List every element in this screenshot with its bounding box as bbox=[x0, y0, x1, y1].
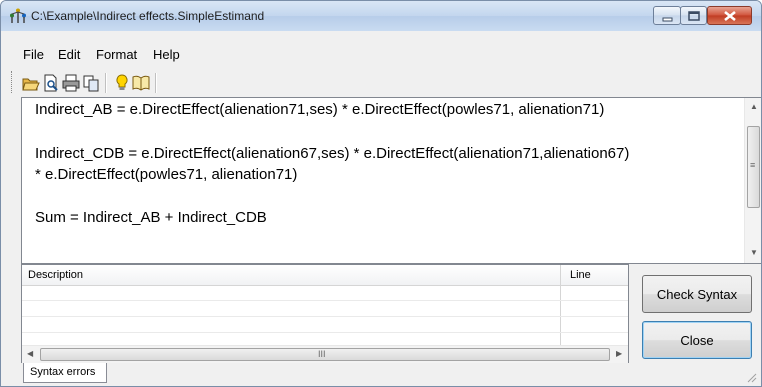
menu-file[interactable]: File bbox=[23, 47, 44, 62]
lightbulb-icon[interactable] bbox=[113, 74, 131, 92]
estimand-editor[interactable]: Indirect_AB = e.DirectEffect(alienation7… bbox=[21, 97, 761, 264]
window-title: C:\Example\Indirect effects.SimpleEstima… bbox=[31, 9, 265, 23]
scrollbar-thumb[interactable]: ≡ bbox=[747, 126, 760, 208]
toolbar-grip[interactable] bbox=[11, 71, 15, 93]
grid-header: Description Line bbox=[22, 265, 628, 286]
tab-syntax-errors[interactable]: Syntax errors bbox=[23, 363, 107, 383]
title-bar[interactable]: C:\Example\Indirect effects.SimpleEstima… bbox=[1, 1, 761, 31]
close-icon bbox=[724, 10, 736, 22]
grid-horizontal-scrollbar[interactable]: ◀ III ▶ bbox=[22, 345, 628, 363]
estimand-window: C:\Example\Indirect effects.SimpleEstima… bbox=[0, 0, 762, 387]
menu-help[interactable]: Help bbox=[153, 47, 180, 62]
scroll-right-icon[interactable]: ▶ bbox=[616, 349, 622, 358]
maximize-icon bbox=[688, 11, 700, 21]
close-window-button[interactable] bbox=[707, 6, 752, 25]
model-tree-icon bbox=[10, 8, 26, 23]
editor-vertical-scrollbar[interactable]: ▲ ≡ ▼ bbox=[744, 98, 761, 263]
toolbar-separator bbox=[155, 73, 157, 93]
bottom-tabs: Syntax errors bbox=[21, 363, 761, 386]
maximize-button[interactable] bbox=[680, 6, 707, 25]
code-line: * e.DirectEffect(powles71, alienation71) bbox=[35, 166, 298, 183]
scroll-up-icon[interactable]: ▲ bbox=[750, 102, 758, 111]
syntax-errors-grid: Description Line ◀ III ▶ bbox=[21, 264, 629, 363]
menu-format[interactable]: Format bbox=[96, 47, 137, 62]
resize-grip-icon[interactable] bbox=[745, 371, 757, 383]
table-row bbox=[22, 285, 628, 301]
print-preview-icon[interactable] bbox=[42, 74, 60, 92]
check-syntax-button[interactable]: Check Syntax bbox=[642, 275, 752, 313]
minimize-icon bbox=[662, 17, 673, 22]
table-row bbox=[22, 301, 628, 317]
code-line: Indirect_AB = e.DirectEffect(alienation7… bbox=[35, 101, 605, 118]
scrollbar-thumb[interactable]: III bbox=[40, 348, 610, 361]
minimize-button[interactable] bbox=[653, 6, 681, 25]
close-button[interactable]: Close bbox=[642, 321, 752, 359]
toolbar-separator bbox=[105, 73, 107, 93]
scroll-down-icon[interactable]: ▼ bbox=[750, 248, 758, 257]
thumb-grip-label: III bbox=[318, 349, 326, 359]
column-header-line[interactable]: Line bbox=[570, 269, 591, 281]
print-icon[interactable] bbox=[62, 74, 80, 92]
scroll-left-icon[interactable]: ◀ bbox=[27, 349, 33, 358]
code-line: Indirect_CDB = e.DirectEffect(alienation… bbox=[35, 145, 630, 162]
column-header-description[interactable]: Description bbox=[28, 269, 83, 281]
book-icon[interactable] bbox=[132, 74, 150, 92]
table-row bbox=[22, 317, 628, 333]
menu-edit[interactable]: Edit bbox=[58, 47, 80, 62]
thumb-grip-icon: ≡ bbox=[750, 160, 756, 170]
copy-icon[interactable] bbox=[82, 74, 100, 92]
code-line: Sum = Indirect_AB + Indirect_CDB bbox=[35, 209, 267, 226]
open-folder-icon[interactable] bbox=[22, 74, 40, 92]
